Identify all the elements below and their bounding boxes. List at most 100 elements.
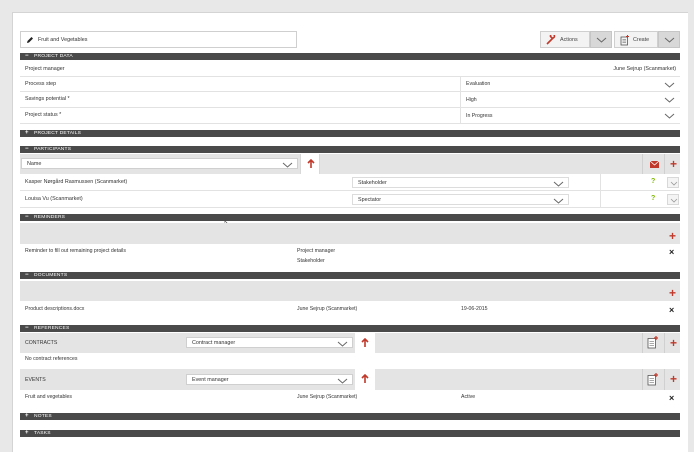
participant-name-link[interactable]: Louisa Vu (Scanmarket) <box>25 196 83 202</box>
document-date: 19-06-2015 <box>461 306 488 312</box>
section-reminders[interactable]: − REMINDERS <box>20 214 680 221</box>
add-reminder-button[interactable]: + <box>664 228 684 244</box>
top-toolbar: Fruit and Vegetables Actions Create <box>20 31 680 48</box>
contracts-label: CONTRACTS <box>25 340 58 346</box>
contract-manager-select[interactable]: Contract manager <box>186 337 353 348</box>
project-status-value: In Progress <box>466 113 493 119</box>
section-documents[interactable]: − DOCUMENTS <box>20 272 680 279</box>
envelope-icon <box>650 161 659 168</box>
section-project-details[interactable]: + PROJECT DETAILS <box>20 130 680 137</box>
plus-icon: + <box>669 229 677 243</box>
create-dropdown[interactable] <box>658 31 680 48</box>
project-title-field[interactable]: Fruit and Vegetables <box>20 31 297 48</box>
section-title: NOTES <box>34 414 52 419</box>
new-document-icon <box>620 35 630 48</box>
section-project-data[interactable]: − PROJECT DATA <box>20 53 680 60</box>
documents-toolbar <box>20 281 680 301</box>
reminder-recipient: Stakeholder <box>297 258 325 264</box>
new-contract-reference-button[interactable] <box>642 333 664 353</box>
divider <box>600 174 601 208</box>
arrow-up-icon <box>361 374 369 383</box>
participant-role-select[interactable]: Stakeholder <box>352 177 569 188</box>
actions-button[interactable]: Actions <box>540 31 590 48</box>
chevron-down-icon <box>670 198 677 203</box>
unconfirmed-icon: ? <box>651 178 656 185</box>
chevron-down-icon <box>664 113 675 119</box>
section-tasks[interactable]: + TASKS <box>20 430 680 437</box>
participants-sort-select[interactable]: Name <box>21 158 298 169</box>
delete-document-icon[interactable]: × <box>669 306 674 315</box>
add-participant-button[interactable]: + <box>664 154 684 174</box>
chevron-down-icon <box>337 341 348 347</box>
create-label: Create <box>633 37 650 43</box>
process-step-value: Evaluation <box>466 81 491 87</box>
collapse-icon: − <box>25 214 29 220</box>
unconfirmed-icon: ? <box>651 195 656 202</box>
document-owner: June Sejrup (Scanmarket) <box>297 306 358 312</box>
expand-icon: + <box>25 430 29 436</box>
project-title: Fruit and Vegetables <box>38 37 88 43</box>
plus-icon: + <box>670 372 678 386</box>
collapse-icon: − <box>25 325 29 331</box>
add-event-reference-button[interactable]: + <box>664 369 684 390</box>
field-label: Savings potential * <box>25 96 70 102</box>
contract-manager-value: Contract manager <box>192 340 236 346</box>
section-notes[interactable]: + NOTES <box>20 413 680 420</box>
row-project-manager: Project manager June Sejrup (Scanmarket) <box>20 62 680 77</box>
role-value: Spectator <box>358 197 382 203</box>
section-title: DOCUMENTS <box>34 273 68 278</box>
participant-row: Kasper Nørgård Rasmussen (Scanmarket) <box>20 174 680 191</box>
reminder-link[interactable]: Reminder to fill out remaining project d… <box>25 248 126 254</box>
event-manager-value: Event manager <box>192 377 229 383</box>
chevron-down-icon <box>553 198 564 204</box>
event-link[interactable]: Fruit and vegetables <box>25 394 72 400</box>
wrench-icon <box>546 33 556 47</box>
plus-icon: + <box>670 336 678 350</box>
create-button[interactable]: Create <box>614 31 658 48</box>
actions-label: Actions <box>560 37 578 43</box>
chevron-down-icon <box>337 378 348 384</box>
events-sort-button[interactable] <box>355 369 375 390</box>
participant-name-link[interactable]: Kasper Nørgård Rasmussen (Scanmarket) <box>25 179 127 185</box>
participant-options-dropdown[interactable] <box>667 194 679 205</box>
delete-reminder-icon[interactable]: × <box>669 248 674 257</box>
participant-role-select[interactable]: Spectator <box>352 194 569 205</box>
field-label: Project manager <box>25 66 65 72</box>
delete-event-icon[interactable]: × <box>669 394 674 403</box>
section-title: REFERENCES <box>34 326 70 331</box>
email-participants-button[interactable] <box>642 154 664 174</box>
pencil-icon <box>26 36 34 46</box>
document-link[interactable]: Product descriptions.docx <box>25 306 84 312</box>
plus-icon: + <box>669 286 677 300</box>
sort-value: Name <box>27 161 42 167</box>
chevron-down-icon <box>664 97 675 103</box>
process-step-select[interactable]: Evaluation <box>461 77 683 92</box>
new-document-icon <box>647 373 658 386</box>
expand-icon: + <box>25 130 29 136</box>
role-value: Stakeholder <box>358 180 387 186</box>
add-document-button[interactable]: + <box>664 285 684 301</box>
chevron-down-icon <box>282 162 293 168</box>
field-label: Process step <box>25 81 57 87</box>
event-manager-select[interactable]: Event manager <box>186 374 353 385</box>
contracts-sort-button[interactable] <box>355 333 375 353</box>
sort-direction-button[interactable] <box>300 154 320 174</box>
event-owner: June Sejrup (Scanmarket) <box>297 394 358 400</box>
participant-options-dropdown[interactable] <box>667 177 679 188</box>
field-label: Project status * <box>25 112 62 118</box>
reminders-toolbar <box>20 223 680 244</box>
collapse-icon: − <box>25 146 29 152</box>
chevron-down-icon <box>664 82 675 88</box>
project-manager-value: June Sejrup (Scanmarket) <box>613 66 676 72</box>
savings-potential-select[interactable]: High <box>461 92 683 108</box>
actions-dropdown[interactable] <box>590 31 612 48</box>
add-contract-reference-button[interactable]: + <box>664 333 684 353</box>
reminder-recipient: Project manager <box>297 248 336 254</box>
events-label: EVENTS <box>25 377 46 383</box>
chevron-down-icon <box>596 37 607 43</box>
section-participants[interactable]: − PARTICIPANTS <box>20 146 680 153</box>
arrow-up-icon <box>361 338 369 347</box>
project-status-select[interactable]: In Progress <box>461 108 683 124</box>
new-event-reference-button[interactable] <box>642 369 664 390</box>
section-references[interactable]: − REFERENCES <box>20 325 680 332</box>
